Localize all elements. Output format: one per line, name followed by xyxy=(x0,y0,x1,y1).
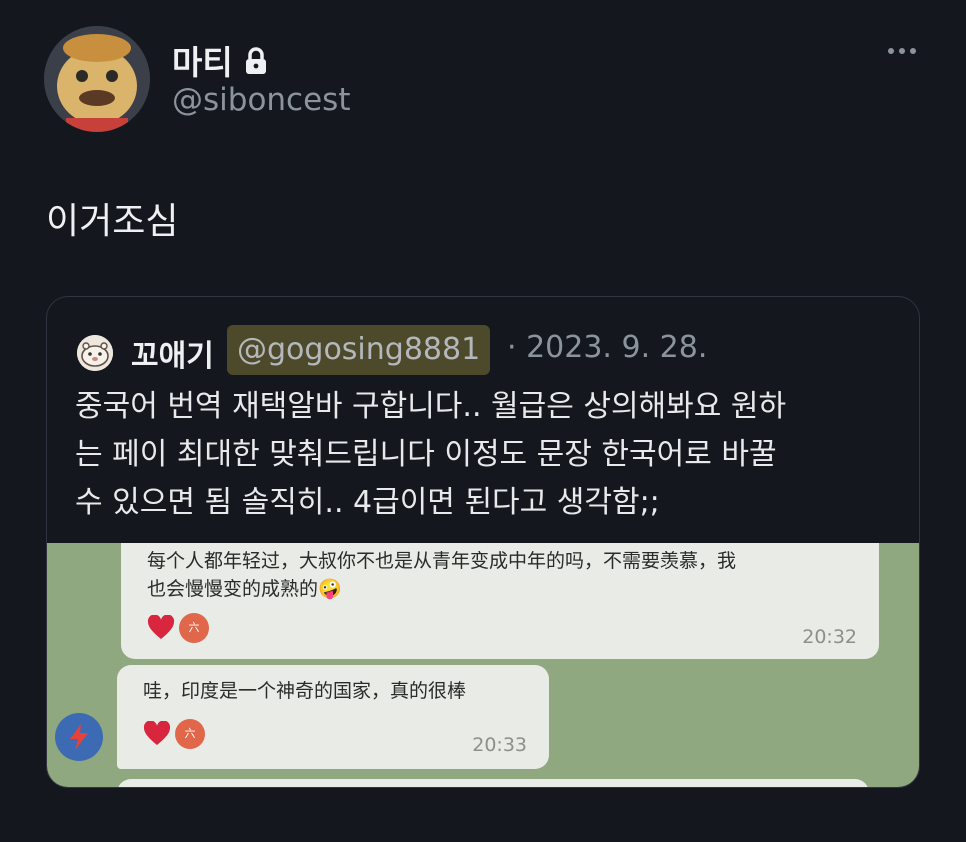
chat-message-bubble xyxy=(117,779,869,787)
reaction-avatar: 六 xyxy=(179,613,209,643)
chat-message-bubble: 哇，印度是一个神奇的国家，真的很棒 六 20:33 xyxy=(117,665,549,769)
reaction-avatar: 六 xyxy=(175,719,205,749)
heart-icon xyxy=(143,721,171,745)
author-name-row: 마티 xyxy=(172,36,269,84)
tweet-text: 이거조심 xyxy=(46,201,179,242)
tweet-page: 마티 @siboncest 이거조심 꼬애기 @gogosing8881 · 2… xyxy=(0,0,966,842)
chat-message-text: 也会慢慢变的成熟的🤪 xyxy=(147,578,342,600)
message-timestamp: 20:33 xyxy=(472,734,527,756)
more-options-icon[interactable] xyxy=(888,48,916,54)
quoted-author-avatar xyxy=(77,335,113,371)
lightning-icon xyxy=(55,713,103,761)
quoted-text-line: 는 페이 최대한 맞춰드립니다 이정도 문장 한국어로 바꿀 xyxy=(75,437,777,472)
quoted-tweet[interactable]: 꼬애기 @gogosing8881 · 2023. 9. 28. 중국어 번역 … xyxy=(46,296,920,788)
quoted-author-name: 꼬애기 xyxy=(131,339,214,374)
chat-message-bubble: 每个人都年轻过，大叔你不也是从青年变成中年的吗，不需要羡慕，我 也会慢慢变的成熟… xyxy=(121,543,879,659)
chat-message-text: 每个人都年轻过，大叔你不也是从青年变成中年的吗，不需要羡慕，我 xyxy=(147,550,737,572)
message-reactions: 六 xyxy=(143,719,205,749)
message-reactions: 六 xyxy=(147,613,209,643)
chat-message-text: 哇，印度是一个神奇的国家，真的很棒 xyxy=(143,680,467,702)
author-handle[interactable]: @siboncest xyxy=(172,82,350,118)
message-timestamp: 20:32 xyxy=(802,626,857,648)
author-avatar[interactable] xyxy=(44,26,150,132)
author-display-name[interactable]: 마티 xyxy=(172,36,233,84)
quoted-text-line: 중국어 번역 재택알바 구합니다.. 월급은 상의해봐요 원하 xyxy=(75,389,787,424)
lock-icon xyxy=(243,45,269,75)
quoted-tweet-date: · 2023. 9. 28. xyxy=(507,330,708,365)
quoted-author-handle: @gogosing8881 xyxy=(227,325,491,375)
quoted-text-line: 수 있으면 됨 솔직히.. 4급이면 된다고 생각함;; xyxy=(75,485,660,520)
quoted-tweet-text: 중국어 번역 재택알바 구합니다.. 월급은 상의해봐요 원하 는 페이 최대한… xyxy=(75,383,905,527)
heart-icon xyxy=(147,615,175,639)
chat-screenshot-image[interactable]: 每个人都年轻过，大叔你不也是从青年变成中年的吗，不需要羡慕，我 也会慢慢变的成熟… xyxy=(47,543,919,787)
